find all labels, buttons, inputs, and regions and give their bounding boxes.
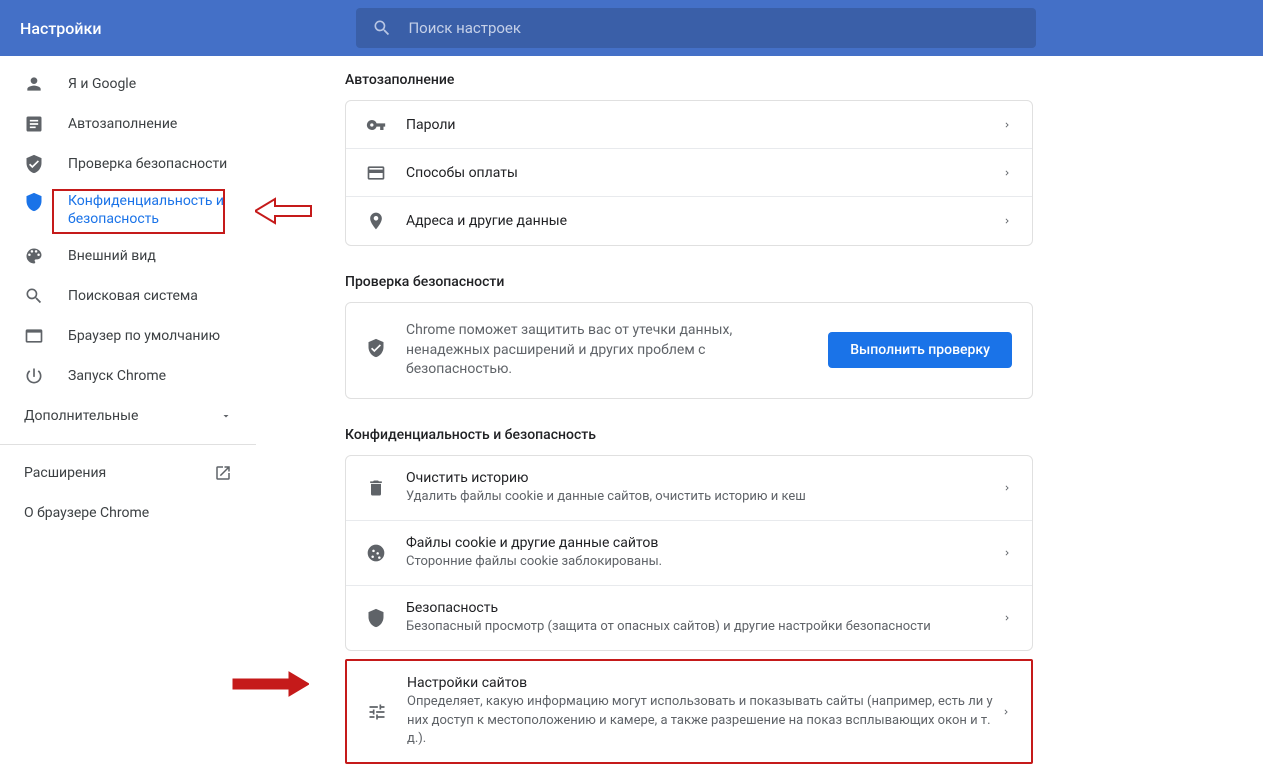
- nav-on-startup[interactable]: Запуск Chrome: [0, 356, 256, 396]
- row-subtitle: Безопасный просмотр (защита от опасных с…: [406, 618, 1002, 636]
- app-title: Настройки: [20, 19, 101, 38]
- main-content: Автозаполнение Пароли Способы оплаты Адр…: [345, 56, 1263, 768]
- nav-label: Я и Google: [68, 76, 136, 92]
- search-input[interactable]: [408, 19, 1020, 37]
- autofill-icon: [24, 114, 44, 134]
- nav-label: Браузер по умолчанию: [68, 328, 220, 344]
- chevron-down-icon: [220, 410, 232, 422]
- nav-extensions[interactable]: Расширения: [0, 453, 256, 493]
- run-safety-check-button[interactable]: Выполнить проверку: [828, 332, 1012, 368]
- tune-icon: [367, 702, 387, 722]
- row-cookies[interactable]: Файлы cookie и другие данные сайтов Стор…: [346, 521, 1032, 586]
- nav-label: Проверка безопасности: [68, 156, 227, 172]
- nav-extensions-label: Расширения: [24, 465, 106, 481]
- nav-about[interactable]: О браузере Chrome: [0, 493, 256, 533]
- chevron-right-icon: [1002, 613, 1012, 623]
- trash-icon: [366, 478, 386, 498]
- chevron-right-icon: [1002, 120, 1012, 130]
- row-payment[interactable]: Способы оплаты: [346, 149, 1032, 197]
- nav-autofill[interactable]: Автозаполнение: [0, 104, 256, 144]
- row-title: Безопасность: [406, 600, 1002, 616]
- row-site-settings[interactable]: Настройки сайтов Определяет, какую инфор…: [347, 661, 1031, 762]
- key-icon: [366, 115, 386, 135]
- row-subtitle: Сторонние файлы cookie заблокированы.: [406, 553, 1002, 571]
- nav-advanced[interactable]: Дополнительные: [0, 396, 256, 436]
- shield-icon: [24, 192, 44, 212]
- shield-icon: [366, 608, 386, 628]
- safety-check-card: Chrome поможет защитить вас от утечки да…: [345, 302, 1033, 399]
- credit-card-icon: [366, 163, 386, 183]
- location-icon: [366, 211, 386, 231]
- annotation-arrow-right: [229, 668, 309, 700]
- row-clear-history[interactable]: Очистить историю Удалить файлы cookie и …: [346, 456, 1032, 521]
- nav-privacy-security[interactable]: Конфиденциальность и безопасность: [0, 184, 256, 236]
- row-title: Файлы cookie и другие данные сайтов: [406, 535, 1002, 551]
- section-safety-title: Проверка безопасности: [345, 274, 1033, 290]
- sidebar: Я и Google Автозаполнение Проверка безоп…: [0, 56, 256, 533]
- privacy-card: Очистить историю Удалить файлы cookie и …: [345, 455, 1033, 652]
- safety-text: Chrome поможет защитить вас от утечки да…: [406, 321, 828, 380]
- row-title: Адреса и другие данные: [406, 213, 1002, 229]
- chevron-right-icon: [1002, 483, 1012, 493]
- row-subtitle: Удалить файлы cookie и данные сайтов, оч…: [406, 488, 1002, 506]
- nav-you-and-google[interactable]: Я и Google: [0, 64, 256, 104]
- autofill-card: Пароли Способы оплаты Адреса и другие да…: [345, 100, 1033, 246]
- chevron-right-icon: [1001, 707, 1011, 717]
- row-title: Очистить историю: [406, 470, 1002, 486]
- row-title: Способы оплаты: [406, 165, 1002, 181]
- cookie-icon: [366, 543, 386, 563]
- chevron-right-icon: [1002, 216, 1012, 226]
- nav-label: Конфиденциальность и безопасность: [68, 192, 232, 228]
- nav-search-engine[interactable]: Поисковая система: [0, 276, 256, 316]
- row-addresses[interactable]: Адреса и другие данные: [346, 197, 1032, 245]
- chevron-right-icon: [1002, 168, 1012, 178]
- nav-appearance[interactable]: Внешний вид: [0, 236, 256, 276]
- row-title: Настройки сайтов: [407, 675, 1001, 691]
- annotation-arrow-left: [255, 195, 315, 227]
- nav-advanced-label: Дополнительные: [24, 408, 138, 424]
- nav-label: Автозаполнение: [68, 116, 177, 132]
- nav-label: Поисковая система: [68, 288, 198, 304]
- row-security[interactable]: Безопасность Безопасный просмотр (защита…: [346, 586, 1032, 650]
- nav-label: Запуск Chrome: [68, 368, 166, 384]
- row-title: Пароли: [406, 117, 1002, 133]
- search-container[interactable]: [356, 8, 1036, 48]
- site-settings-card-highlighted: Настройки сайтов Определяет, какую инфор…: [345, 659, 1033, 764]
- shield-check-icon: [366, 338, 386, 362]
- browser-icon: [24, 326, 44, 346]
- search-icon: [372, 18, 392, 38]
- nav-about-label: О браузере Chrome: [24, 505, 149, 521]
- open-in-new-icon: [214, 464, 232, 482]
- nav-safety-check[interactable]: Проверка безопасности: [0, 144, 256, 184]
- nav-default-browser[interactable]: Браузер по умолчанию: [0, 316, 256, 356]
- search-icon: [24, 286, 44, 306]
- nav-label: Внешний вид: [68, 248, 156, 264]
- power-icon: [24, 366, 44, 386]
- chevron-right-icon: [1002, 548, 1012, 558]
- nav-divider: [0, 444, 256, 445]
- section-privacy-title: Конфиденциальность и безопасность: [345, 427, 1033, 443]
- shield-check-icon: [24, 154, 44, 174]
- section-autofill-title: Автозаполнение: [345, 72, 1033, 88]
- row-subtitle: Определяет, какую информацию могут испол…: [407, 693, 1001, 748]
- palette-icon: [24, 246, 44, 266]
- header-bar: Настройки: [0, 0, 1263, 56]
- person-icon: [24, 74, 44, 94]
- row-passwords[interactable]: Пароли: [346, 101, 1032, 149]
